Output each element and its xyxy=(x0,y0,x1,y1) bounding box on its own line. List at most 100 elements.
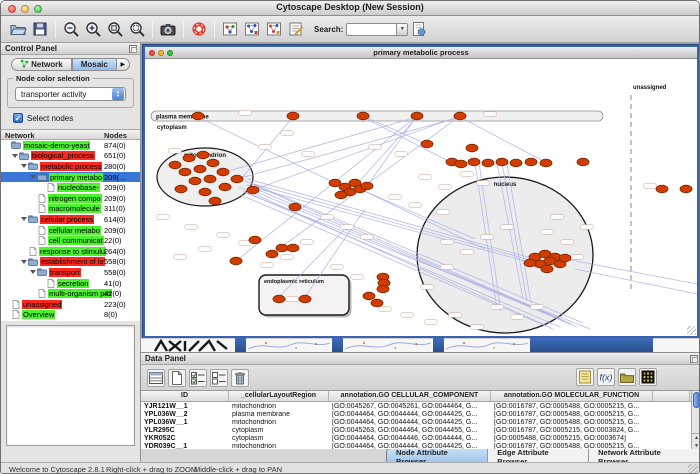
network-node[interactable] xyxy=(197,151,209,159)
delete-attribute-icon[interactable] xyxy=(231,369,249,387)
node-color-dropdown[interactable]: transporter activity ▲▼ xyxy=(15,87,126,101)
tree-row-transport[interactable]: transport558(0) xyxy=(1,267,140,278)
tree-row-response-to-stimulu[interactable]: response to stimulu264(0) xyxy=(1,246,140,257)
network-node[interactable] xyxy=(577,158,589,166)
network-node[interactable] xyxy=(466,144,478,152)
network-node[interactable] xyxy=(189,177,201,185)
network-node[interactable] xyxy=(276,244,288,252)
network-node[interactable] xyxy=(371,299,383,307)
network-node[interactable] xyxy=(540,159,552,167)
tree-row-unassigned[interactable]: unassigned223(0) xyxy=(1,299,140,310)
column-header-annotation-go-cellular-component[interactable]: annotation.GO CELLULAR_COMPONENT xyxy=(329,391,491,401)
zoom-selected-region-icon[interactable] xyxy=(127,19,147,39)
network-node[interactable] xyxy=(656,185,668,193)
help-icon[interactable] xyxy=(189,19,209,39)
create-attribute-icon[interactable] xyxy=(168,369,186,387)
network-node[interactable] xyxy=(273,295,285,303)
network-node[interactable] xyxy=(468,158,480,166)
network-node[interactable] xyxy=(247,186,259,194)
table-row-ylr295c[interactable]: YLR295Ccytoplasm[GO:0045263, GO:0044464,… xyxy=(141,426,691,434)
network-node[interactable] xyxy=(183,154,195,162)
matrix-view-icon[interactable] xyxy=(639,368,657,386)
column-header--cellularlayoutregion[interactable]: _cellularLayoutRegion xyxy=(229,391,329,401)
tab-network[interactable]: Network xyxy=(11,58,72,71)
tree-row-biological-process[interactable]: biological_process651(0) xyxy=(1,151,140,162)
network-node[interactable] xyxy=(230,257,242,265)
network-node[interactable] xyxy=(266,250,278,258)
window-resize-grip[interactable] xyxy=(688,464,698,474)
vizmapper-icon[interactable] xyxy=(220,19,240,39)
connect-nodes-icon[interactable] xyxy=(264,19,284,39)
network-node[interactable] xyxy=(287,244,299,252)
snapshot-icon[interactable] xyxy=(158,19,178,39)
table-row-ydr039c__1[interactable]: YDR039C__1mitochondrion[GO:0044464, GO:0… xyxy=(141,442,691,449)
network-node[interactable] xyxy=(289,203,301,211)
network-node[interactable] xyxy=(204,175,216,183)
select-first-neighbors-icon[interactable] xyxy=(242,19,262,39)
network-node[interactable] xyxy=(455,160,467,168)
tree-row-cellular-process[interactable]: cellular process614(0) xyxy=(1,214,140,225)
network-node[interactable] xyxy=(361,182,373,190)
tree-row-cellular-metabo[interactable]: cellular metabo209(0) xyxy=(1,225,140,236)
tab-mosaic[interactable]: Mosaic xyxy=(72,58,117,71)
tree-row-nitrogen-compo[interactable]: nitrogen compo209(0) xyxy=(1,193,140,204)
network-node[interactable] xyxy=(217,168,229,176)
network-node[interactable] xyxy=(175,185,187,193)
tree-row-cell-communicat[interactable]: cell communicat22(0) xyxy=(1,235,140,246)
float-data-panel-icon[interactable] xyxy=(690,355,698,363)
network-node[interactable] xyxy=(525,158,537,166)
network-node[interactable] xyxy=(179,168,191,176)
session-settings-icon[interactable] xyxy=(409,19,429,39)
network-node[interactable] xyxy=(219,183,231,191)
unselect-attributes-icon[interactable] xyxy=(210,369,228,387)
network-node[interactable] xyxy=(363,292,375,300)
network-node[interactable] xyxy=(377,285,389,293)
search-dropdown-arrow-icon[interactable]: ▼ xyxy=(396,23,408,36)
zoom-in-icon[interactable] xyxy=(83,19,103,39)
open-session-icon[interactable] xyxy=(8,19,28,39)
table-row-ypl036w__1[interactable]: YPL036W__1mitochondrion[GO:0044464, GO:0… xyxy=(141,418,691,426)
network-node[interactable] xyxy=(209,197,221,205)
network-node[interactable] xyxy=(541,265,553,273)
annotation-icon[interactable] xyxy=(286,19,306,39)
network-node[interactable] xyxy=(194,165,206,173)
network-node[interactable] xyxy=(231,175,243,183)
network-node[interactable] xyxy=(680,185,692,193)
import-attributes-icon[interactable] xyxy=(618,368,636,386)
network-node[interactable] xyxy=(169,161,181,169)
column-header-id[interactable]: ID xyxy=(141,391,229,401)
table-row-yjr121w__1[interactable]: YJR121W__1mitochondrion[GO:0045267, GO:0… xyxy=(141,402,691,410)
attribute-notes-icon[interactable] xyxy=(576,368,594,386)
network-node[interactable] xyxy=(496,158,508,166)
expand-arrow-icon[interactable] xyxy=(21,260,27,264)
tree-row-multi-organism-pro[interactable]: multi-organism pro42(0) xyxy=(1,288,140,299)
view-resize-grip[interactable] xyxy=(687,326,696,335)
network-node[interactable] xyxy=(421,140,433,148)
tab-overflow-arrow-icon[interactable]: ▶ xyxy=(117,58,130,71)
network-node[interactable] xyxy=(299,295,311,303)
expand-arrow-icon[interactable] xyxy=(21,164,27,168)
network-node[interactable] xyxy=(335,191,347,199)
tree-row-primary-metabo[interactable]: primary metabo209(... xyxy=(1,172,140,183)
save-session-icon[interactable] xyxy=(30,19,50,39)
expand-arrow-icon[interactable] xyxy=(30,270,36,274)
network-canvas[interactable]: plasma membranecytoplasmmitochondrionnuc… xyxy=(145,59,697,336)
search-input[interactable] xyxy=(346,23,396,36)
expand-arrow-icon[interactable] xyxy=(12,154,18,158)
tree-row-establishment-of-lo[interactable]: establishment of lo558(0) xyxy=(1,257,140,268)
select-attributes-icon[interactable] xyxy=(189,369,207,387)
network-node[interactable] xyxy=(207,159,219,167)
float-panel-icon[interactable] xyxy=(129,45,137,53)
network-node[interactable] xyxy=(454,112,466,120)
zoom-out-icon[interactable] xyxy=(61,19,81,39)
tree-row-overview[interactable]: Overview8(0) xyxy=(1,310,140,321)
network-node[interactable] xyxy=(482,159,494,167)
expand-arrow-icon[interactable] xyxy=(30,175,36,179)
table-mode-icon[interactable] xyxy=(147,369,165,387)
network-node[interactable] xyxy=(559,254,571,262)
table-scrollbar[interactable]: ▲▼ xyxy=(691,391,700,449)
tree-row-metabolic-process[interactable]: metabolic process280(0) xyxy=(1,161,140,172)
network-node[interactable] xyxy=(510,159,522,167)
table-row-ykr052c[interactable]: YKR052Ccytoplasm[GO:0044464, GO:0044446,… xyxy=(141,434,691,442)
scrollbar-arrows[interactable]: ▲▼ xyxy=(692,433,700,449)
